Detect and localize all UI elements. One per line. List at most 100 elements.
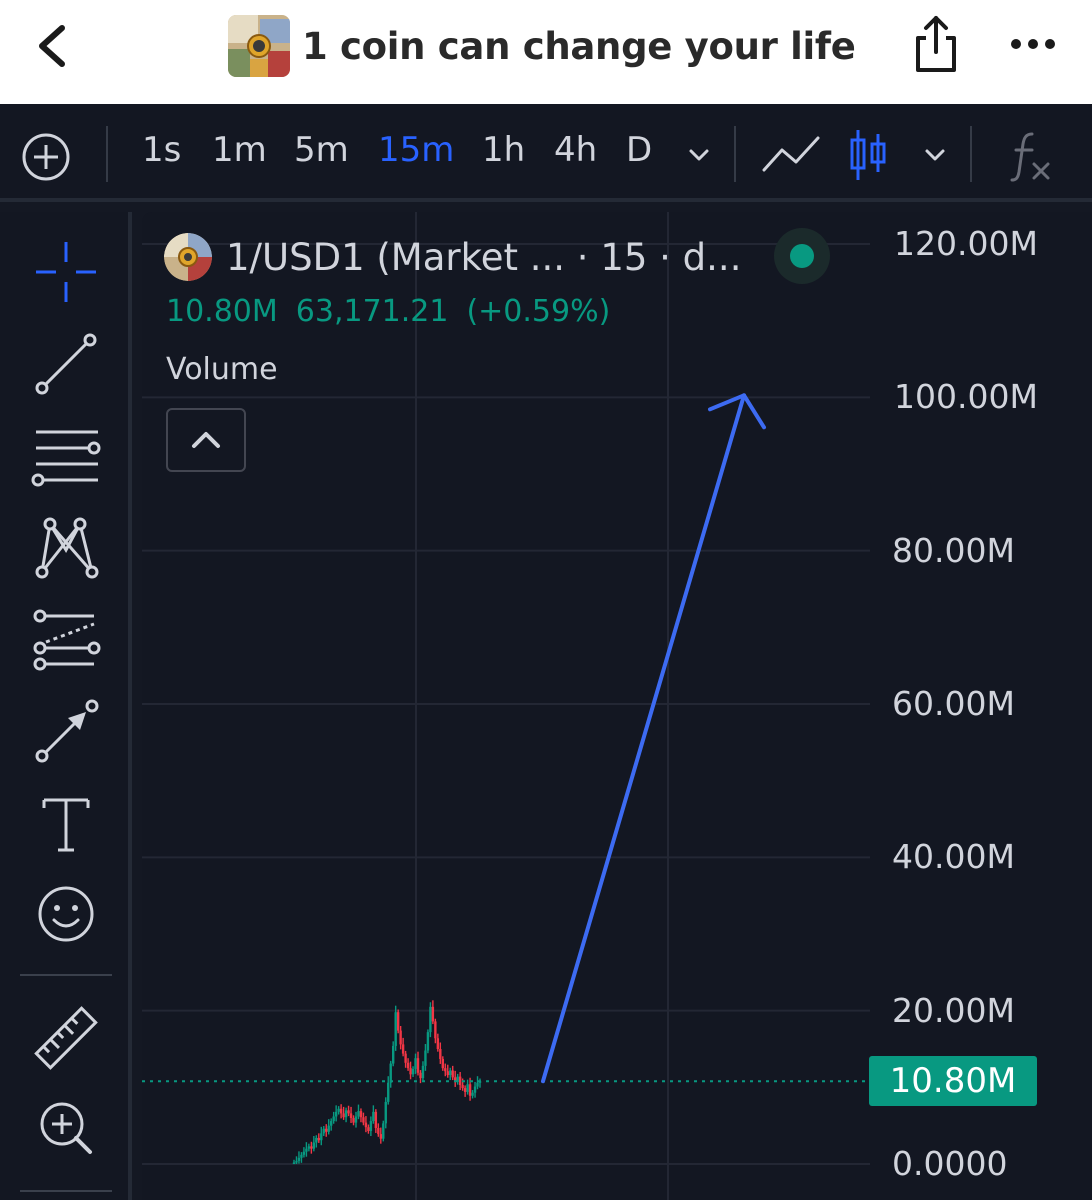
candle-body	[436, 1038, 440, 1049]
pattern-icon	[35, 517, 99, 579]
chart-type-dropdown[interactable]	[920, 140, 950, 170]
candle-body	[374, 1111, 378, 1128]
candle-body	[463, 1088, 467, 1092]
candle-body	[347, 1110, 350, 1114]
arrow-drawing[interactable]	[541, 393, 766, 1084]
trend-line-tool[interactable]	[28, 326, 104, 402]
toolbar-divider	[20, 1190, 112, 1192]
candle-body	[466, 1084, 469, 1092]
fib-retracement-tool[interactable]	[28, 418, 104, 494]
price-axis-tick: 60.00M	[892, 684, 1015, 723]
last-price-value: 10.80M	[166, 294, 278, 329]
smiley-icon	[38, 886, 94, 942]
market-status-indicator[interactable]	[774, 228, 830, 284]
symbol-legend[interactable]: 1/USD1 (Market ... · 15 · d...	[164, 232, 741, 282]
candle-body	[292, 1162, 296, 1165]
candle-body	[297, 1157, 301, 1161]
price-axis-tick: 100.00M	[894, 377, 1038, 417]
candle-body	[307, 1146, 311, 1149]
text-tool[interactable]	[28, 786, 104, 862]
token-avatar	[228, 15, 290, 77]
zoom-in-icon	[40, 1102, 92, 1154]
candle-body	[444, 1068, 447, 1072]
price-axis-tick: 80.00M	[892, 530, 1015, 570]
arrow-line-icon	[35, 699, 99, 763]
pattern-tool[interactable]	[28, 510, 104, 586]
candle-body	[364, 1122, 368, 1128]
candle-body	[359, 1111, 363, 1118]
more-button[interactable]	[1008, 24, 1058, 64]
timeframe-1m[interactable]: 1m	[212, 130, 267, 170]
candle-body	[372, 1111, 375, 1122]
zoom-in-tool[interactable]	[28, 1090, 104, 1166]
trend-line-icon	[35, 333, 97, 395]
collapse-legend-button[interactable]	[166, 408, 246, 472]
candle-body	[409, 1068, 412, 1075]
candle-body	[354, 1116, 358, 1123]
change-percent: (+0.59%)	[466, 294, 611, 329]
candle-body	[310, 1146, 313, 1149]
price-axis-tick: 20.00M	[892, 990, 1015, 1030]
candlestick-chart-type-button[interactable]	[846, 126, 890, 184]
timeframe-15m[interactable]: 15m	[378, 130, 454, 170]
candle-body	[399, 1030, 402, 1045]
app-header: 1 coin can change your life	[0, 0, 1092, 104]
timeframe-1s[interactable]: 1s	[142, 130, 181, 170]
indicators-button[interactable]	[1008, 128, 1052, 184]
candle-body	[461, 1085, 464, 1089]
candle-body	[406, 1062, 410, 1069]
chevron-left-icon	[39, 25, 65, 67]
share-button[interactable]	[910, 14, 962, 76]
candle-body	[322, 1128, 325, 1134]
candle-body	[382, 1123, 385, 1139]
plus-circle-icon	[22, 133, 70, 181]
back-button[interactable]	[30, 22, 74, 70]
candle-body	[387, 1082, 390, 1102]
candle-body	[315, 1137, 318, 1143]
price-axis-tick: 120.00M	[894, 224, 1038, 263]
candle-body	[300, 1154, 303, 1158]
chart-panel[interactable]: 1/USD1 (Market ... · 15 · d... 10.80M 63…	[142, 212, 1092, 1200]
arrow-shaft[interactable]	[541, 393, 746, 1084]
timeframe-5m[interactable]: 5m	[294, 130, 349, 170]
candles	[142, 1000, 870, 1165]
candle-body	[332, 1116, 335, 1122]
line-chart-type-button[interactable]	[760, 130, 822, 178]
candle-body	[473, 1086, 477, 1093]
candle-body	[327, 1125, 330, 1132]
volume-value: 63,171.21	[295, 294, 449, 329]
timeframe-1h[interactable]: 1h	[482, 130, 525, 170]
toolbar-divider	[106, 126, 108, 182]
candle-body	[342, 1113, 345, 1118]
ruler-icon	[34, 1006, 98, 1070]
measure-tool[interactable]	[28, 1000, 104, 1076]
current-price-label[interactable]: 10.80M	[869, 1056, 1037, 1106]
candle-body	[411, 1068, 415, 1075]
timeframe-dropdown[interactable]	[684, 140, 714, 170]
candle-body	[384, 1101, 387, 1124]
legend-values: 10.80M 63,171.21 (+0.59%)	[166, 294, 610, 329]
price-axis-tick: 0.0000	[892, 1144, 1008, 1183]
candle-body	[334, 1111, 338, 1117]
text-icon	[42, 798, 90, 852]
crosshair-tool[interactable]	[28, 234, 104, 310]
candlestick-icon	[850, 130, 886, 180]
candle-body	[441, 1058, 444, 1069]
candle-body	[431, 1006, 435, 1022]
candle-body	[396, 1012, 400, 1031]
chart-toolbar: 1s 1m 5m 15m 1h 4h D	[0, 104, 1092, 202]
chevron-down-icon	[689, 149, 709, 161]
candle-body	[325, 1128, 328, 1132]
candle-body	[401, 1044, 405, 1054]
line-chart-icon	[762, 136, 820, 172]
add-symbol-button[interactable]	[20, 131, 72, 183]
chevron-up-icon	[192, 432, 220, 448]
arrow-tool[interactable]	[28, 694, 104, 770]
forecast-tool[interactable]	[28, 602, 104, 678]
candle-body	[458, 1076, 462, 1086]
timeframe-4h[interactable]: 4h	[554, 130, 597, 170]
status-dot	[790, 244, 814, 268]
emoji-tool[interactable]	[28, 876, 104, 952]
timeframe-d[interactable]: D	[626, 130, 652, 170]
toolbar-divider	[734, 126, 736, 182]
